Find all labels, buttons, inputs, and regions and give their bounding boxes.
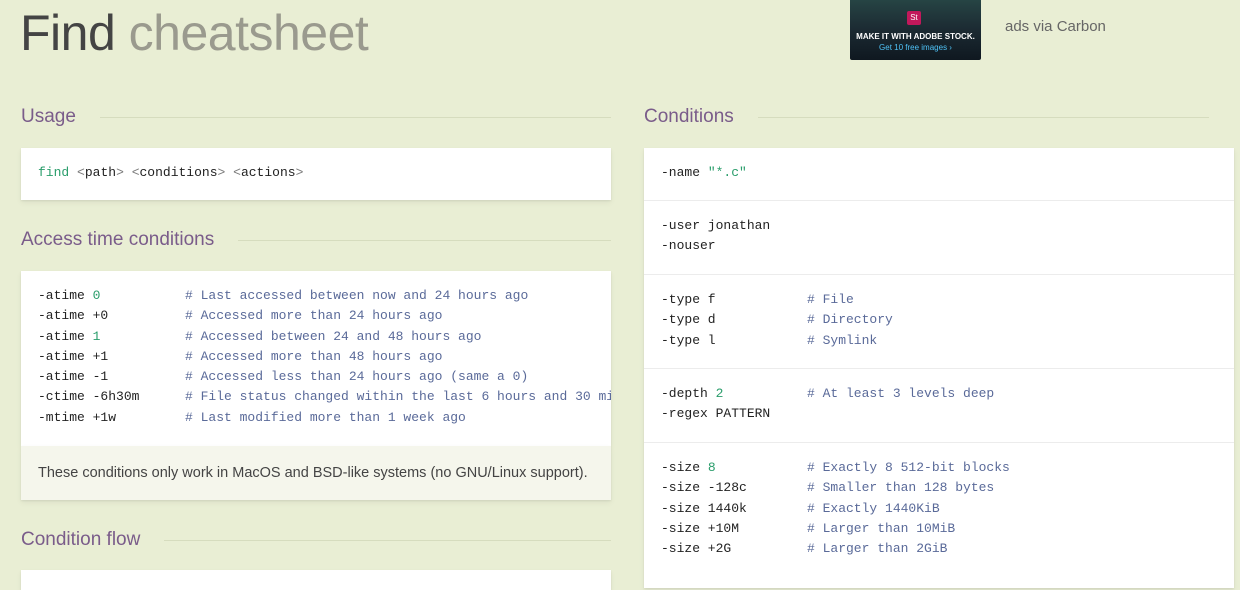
size-line-comment: # Smaller than 128 bytes xyxy=(807,480,995,496)
size-line-comment: # Larger than 10MiB xyxy=(807,520,956,536)
size-line-flag: -size +2G xyxy=(661,541,732,557)
regex-flag: -regex PATTERN xyxy=(661,406,771,422)
access-time-heading: Access time conditions xyxy=(21,228,611,252)
access-line: -atime +1 # Accessed more than 48 hours a… xyxy=(38,347,611,367)
usage-path: path xyxy=(84,165,117,180)
adobe-stock-logo: St xyxy=(907,11,921,25)
condition-type-row: -type f # File -type d # Directory -type l # … xyxy=(644,274,1234,368)
access-line-comment: # Accessed more than 48 hours ago xyxy=(185,348,443,364)
divider xyxy=(238,239,611,241)
access-line-flag: -atime -1 xyxy=(38,369,109,385)
access-line: -atime 0 # Last accessed between now and … xyxy=(38,286,611,306)
size-line-flag: -size +10M xyxy=(661,520,740,536)
user-flag: -user jonathan xyxy=(661,218,771,233)
ads-via-carbon-link[interactable]: ads via Carbon xyxy=(1005,18,1106,35)
type-line-flag: -type d xyxy=(661,312,716,328)
type-line: -type d # Directory xyxy=(661,310,1221,330)
usage-conditions: conditions xyxy=(139,165,218,180)
nouser-flag: -nouser xyxy=(661,238,716,254)
condition-user-row: -user jonathan -nouser xyxy=(644,200,1234,274)
size-line-comment: # Exactly 1440KiB xyxy=(807,500,940,516)
divider xyxy=(99,116,611,118)
access-line: -atime -1 # Accessed less than 24 hours a… xyxy=(38,367,611,387)
usage-actions: actions xyxy=(240,165,296,180)
type-line-comment: # Directory xyxy=(807,312,893,328)
size-line-flag: -size -128c xyxy=(661,480,747,496)
usage-heading: Usage xyxy=(21,105,611,129)
access-note-text: These conditions only work in MacOS and … xyxy=(38,465,588,481)
access-line-comment: # File status changed within the last 6 … xyxy=(185,389,611,405)
size-line-flag: -size xyxy=(661,460,708,475)
conditions-card: -name "*.c" -user jonathan -nouser -type … xyxy=(644,148,1234,588)
access-line: -atime +0 # Accessed more than 24 hours a… xyxy=(38,306,611,326)
access-line-flag: -atime xyxy=(38,288,93,303)
access-note: These conditions only work in MacOS and … xyxy=(21,446,611,500)
access-line-flag: -ctime -6h30m xyxy=(38,389,140,405)
usage-code-card: find <path> <conditions> <actions> xyxy=(21,148,611,200)
type-line-flag: -type f xyxy=(661,292,716,307)
type-line: -type f # File xyxy=(661,290,1221,310)
access-line-comment: # Last modified more than 1 week ago xyxy=(185,409,466,425)
access-line-value: 1 xyxy=(92,328,101,344)
flow-heading-label: Condition flow xyxy=(21,529,141,550)
size-line-value: 8 xyxy=(707,460,716,475)
access-line: -ctime -6h30m # File status changed withi… xyxy=(38,387,611,407)
access-line-comment: # Accessed between 24 and 48 hours ago xyxy=(185,328,482,344)
ad-offer: Get 10 free images › xyxy=(879,43,952,52)
usage-code: find <path> <conditions> <actions> xyxy=(38,165,304,180)
page-title-sub: cheatsheet xyxy=(128,5,369,61)
depth-comment: # At least 3 levels deep xyxy=(807,386,995,401)
size-line: -size 1440k # Exactly 1440KiB xyxy=(661,499,1221,519)
access-code: -atime 0 # Last accessed between now and … xyxy=(38,286,611,428)
usage-cmd: find xyxy=(38,165,70,180)
condition-flow-heading: Condition flow xyxy=(21,528,611,552)
size-line-comment: # Larger than 2GiB xyxy=(807,541,948,557)
access-line-comment: # Last accessed between now and 24 hours… xyxy=(185,288,529,303)
access-code-card: -atime 0 # Last accessed between now and … xyxy=(21,271,611,446)
access-line-flag: -atime +1 xyxy=(38,348,109,364)
divider xyxy=(164,539,611,541)
size-line: -size 8 # Exactly 8 512-bit blocks xyxy=(661,458,1221,478)
access-line-comment: # Accessed less than 24 hours ago (same … xyxy=(185,369,529,385)
size-line-flag: -size 1440k xyxy=(661,500,747,516)
name-flag: -name xyxy=(661,165,708,180)
conditions-heading-label: Conditions xyxy=(644,106,734,127)
ad-tagline: MAKE IT WITH ADOBE STOCK. xyxy=(856,32,975,41)
access-line-comment: # Accessed more than 24 hours ago xyxy=(185,308,443,324)
size-line: -size -128c # Smaller than 128 bytes xyxy=(661,478,1221,498)
access-line-flag: -mtime +1w xyxy=(38,409,117,425)
access-line: -atime 1 # Accessed between 24 and 48 hou… xyxy=(38,327,611,347)
ad-image[interactable]: St MAKE IT WITH ADOBE STOCK. Get 10 free… xyxy=(850,0,981,60)
access-line-flag: -atime xyxy=(38,328,93,344)
condition-size-row: -size 8 # Exactly 8 512-bit blocks -size -… xyxy=(644,442,1234,589)
depth-value: 2 xyxy=(715,386,724,401)
size-line: -size +2G # Larger than 2GiB xyxy=(661,539,1221,559)
access-heading-label: Access time conditions xyxy=(21,229,215,250)
access-line: -mtime +1w # Last modified more than 1 we… xyxy=(38,408,611,428)
condition-name-row: -name "*.c" xyxy=(644,148,1234,200)
name-value: "*.c" xyxy=(707,165,747,180)
condition-flow-card xyxy=(21,570,611,590)
divider xyxy=(757,116,1209,118)
type-line-comment: # Symlink xyxy=(807,332,878,348)
size-line-comment: # Exactly 8 512-bit blocks xyxy=(807,460,1010,475)
type-line: -type l # Symlink xyxy=(661,331,1221,351)
page-title-main: Find xyxy=(20,5,116,61)
access-line-value: 0 xyxy=(92,288,101,303)
type-line-flag: -type l xyxy=(661,332,716,348)
condition-depth-row: -depth 2 # At least 3 levels deep -regex … xyxy=(644,368,1234,442)
conditions-heading: Conditions xyxy=(644,105,1209,129)
access-line-flag: -atime +0 xyxy=(38,308,109,324)
page-title: Find cheatsheet xyxy=(20,0,369,68)
type-line-comment: # File xyxy=(807,292,854,307)
usage-heading-label: Usage xyxy=(21,106,76,127)
size-line: -size +10M # Larger than 10MiB xyxy=(661,519,1221,539)
depth-flag: -depth xyxy=(661,386,716,401)
